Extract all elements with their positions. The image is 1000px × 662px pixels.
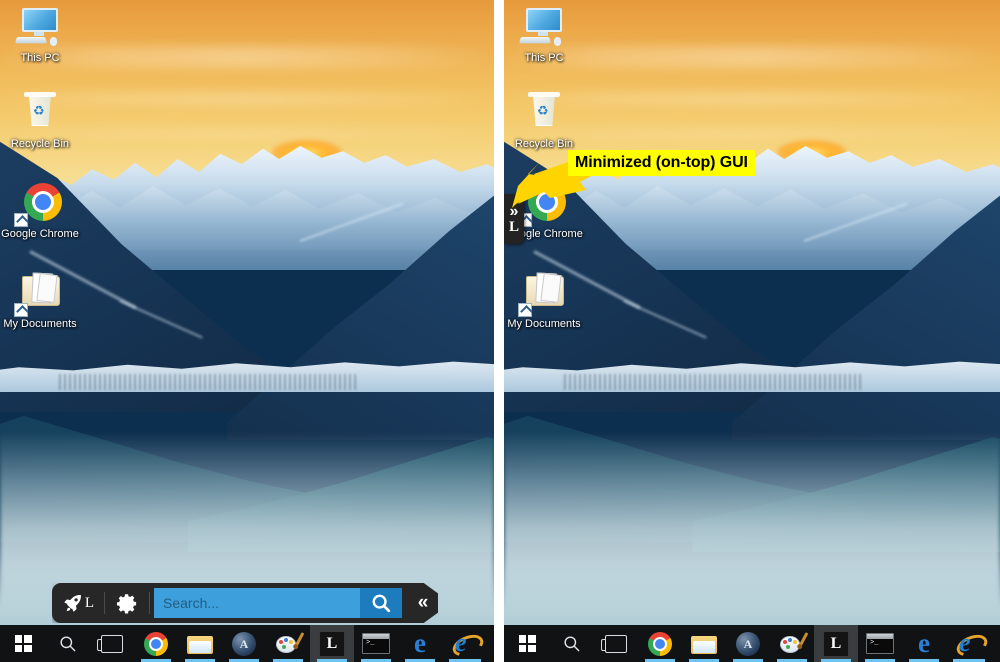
rocket-launcher-button[interactable]: L (52, 592, 104, 614)
shortcut-arrow-icon (14, 303, 28, 317)
toolbar-divider (149, 592, 150, 614)
settings-button[interactable] (105, 592, 149, 615)
desktop-icon-label: This PC (20, 52, 60, 64)
task-view-icon (601, 634, 627, 653)
my-documents-icon (14, 272, 66, 317)
rocket-launcher-letter: L (84, 594, 95, 611)
folder-icon (691, 634, 717, 654)
google-chrome-icon (648, 631, 672, 656)
taskbar-paint-button[interactable] (770, 625, 814, 662)
internet-explorer-icon: e (953, 628, 991, 660)
desktop-icon-my-documents[interactable]: My Documents (0, 272, 80, 330)
taskbar-l-app-button[interactable]: L (310, 625, 354, 662)
desktop-icon-label: Google Chrome (1, 228, 79, 240)
screenshot-root: This PC ♻ Recycle Bin Google Chrome My D… (0, 0, 1000, 662)
google-chrome-icon (14, 182, 66, 227)
rocket-icon (64, 595, 81, 612)
l-app-letter: L (830, 634, 842, 652)
taskbar-file-explorer-button[interactable] (178, 625, 222, 662)
edge-icon: e (414, 628, 426, 658)
windows-logo-icon (14, 635, 32, 652)
windows-logo-icon (518, 635, 536, 652)
desktop-icon-google-chrome[interactable]: Google Chrome (0, 182, 80, 240)
l-app-letter: L (326, 634, 338, 652)
paint-palette-icon (780, 631, 809, 655)
taskbar-command-prompt-button[interactable] (858, 625, 902, 662)
taskbar-start-button[interactable] (504, 625, 550, 662)
desktop-icon-label: Recycle Bin (514, 138, 574, 150)
command-prompt-icon (866, 633, 894, 654)
taskbar-internet-explorer-button[interactable]: e (442, 625, 488, 662)
l-app-icon: L (823, 630, 849, 657)
taskbar-file-explorer-button[interactable] (682, 625, 726, 662)
this-pc-icon (518, 6, 570, 50)
minimized-gui-letter: L (508, 218, 519, 235)
autocad-icon: A (736, 631, 760, 656)
recycle-bin-icon: ♻ (518, 92, 570, 136)
taskbar-search-button[interactable] (46, 625, 90, 662)
taskbar-task-view-button[interactable] (594, 625, 638, 662)
windows-taskbar: A L e (504, 625, 1000, 662)
autocad-icon: A (232, 631, 256, 656)
desktop-icon-recycle-bin[interactable]: ♻ Recycle Bin (0, 92, 80, 150)
desktop-icon-label: This PC (524, 52, 564, 64)
desktop-icon-my-documents[interactable]: My Documents (504, 272, 584, 330)
l-app-icon: L (319, 630, 345, 657)
taskbar-edge-button[interactable]: e (902, 625, 946, 662)
gui-launcher-bar: L « (52, 583, 438, 623)
this-pc-icon (14, 6, 66, 50)
wallpaper-village (563, 374, 862, 390)
recycle-bin-icon: ♻ (14, 92, 66, 136)
gui-search-group (154, 588, 402, 618)
task-view-icon (97, 634, 123, 653)
search-submit-button[interactable] (360, 588, 402, 618)
screenshot-panel-left: This PC ♻ Recycle Bin Google Chrome My D… (0, 0, 494, 662)
search-input[interactable] (154, 588, 360, 618)
shortcut-arrow-icon (518, 303, 532, 317)
internet-explorer-icon: e (449, 628, 487, 660)
magnifier-icon (564, 635, 580, 651)
edge-icon: e (918, 628, 930, 658)
desktop-icon-label: Recycle Bin (10, 138, 70, 150)
taskbar-autocad-button[interactable]: A (726, 625, 770, 662)
desktop-icon-recycle-bin[interactable]: ♻ Recycle Bin (504, 92, 584, 150)
desktop-icon-this-pc[interactable]: This PC (504, 6, 584, 64)
taskbar-chrome-button[interactable] (134, 625, 178, 662)
taskbar-internet-explorer-button[interactable]: e (946, 625, 992, 662)
magnifier-icon (60, 635, 76, 651)
desktop-icon-this-pc[interactable]: This PC (0, 6, 80, 64)
panel-separator (494, 0, 504, 662)
folder-icon (187, 634, 213, 654)
wallpaper-village (59, 374, 356, 390)
desktop-icon-label: My Documents (507, 318, 581, 330)
magnifier-icon (372, 594, 391, 613)
windows-taskbar: A L e (0, 625, 494, 662)
taskbar-search-button[interactable] (550, 625, 594, 662)
taskbar-edge-button[interactable]: e (398, 625, 442, 662)
taskbar-start-button[interactable] (0, 625, 46, 662)
taskbar-autocad-button[interactable]: A (222, 625, 266, 662)
annotation-label: Minimized (on-top) GUI (568, 150, 755, 176)
my-documents-icon (518, 272, 570, 317)
google-chrome-icon (144, 631, 168, 656)
gear-icon (116, 593, 136, 613)
taskbar-paint-button[interactable] (266, 625, 310, 662)
screenshot-panel-right: This PC ♻ Recycle Bin Google Chrome My D… (504, 0, 1000, 662)
command-prompt-icon (362, 633, 390, 654)
taskbar-task-view-button[interactable] (90, 625, 134, 662)
paint-palette-icon (276, 631, 305, 655)
taskbar-command-prompt-button[interactable] (354, 625, 398, 662)
collapse-button[interactable]: « (408, 592, 438, 614)
desktop-icon-label: My Documents (3, 318, 77, 330)
taskbar-l-app-button[interactable]: L (814, 625, 858, 662)
shortcut-arrow-icon (14, 213, 28, 227)
taskbar-chrome-button[interactable] (638, 625, 682, 662)
